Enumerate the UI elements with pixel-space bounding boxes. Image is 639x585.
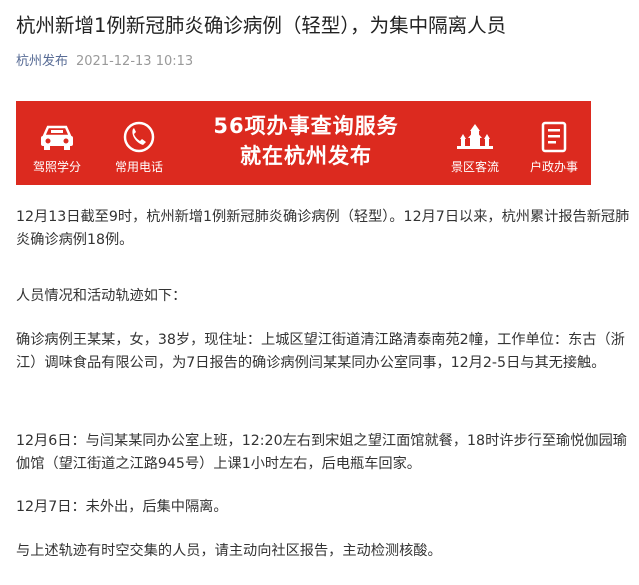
banner-item-household[interactable]: 户政办事 bbox=[519, 101, 589, 185]
phone-icon bbox=[104, 121, 174, 153]
banner-item-label: 景区客流 bbox=[450, 160, 499, 174]
service-banner[interactable]: 驾照学分 常用电话 56项办事查询服务 就在杭州发布 景区客流 户政办事 bbox=[16, 101, 591, 185]
paragraph-summary: 12月13日截至9时，杭州新增1例新冠肺炎确诊病例（轻型）。12月7日以来，杭州… bbox=[16, 209, 630, 248]
banner-item-label: 户政办事 bbox=[529, 160, 578, 174]
document-icon bbox=[519, 121, 589, 153]
paragraph-case-info: 确诊病例王某某，女，38岁，现住址：上城区望江街道清江路清泰南苑2幢，工作单位：… bbox=[16, 332, 625, 371]
banner-headline-line2: 就在杭州发布 bbox=[240, 144, 372, 168]
pagoda-icon bbox=[440, 121, 510, 153]
article-title: 杭州新增1例新冠肺炎确诊病例（轻型），为集中隔离人员 bbox=[16, 14, 507, 37]
banner-headline: 56项办事查询服务 就在杭州发布 bbox=[192, 111, 420, 171]
banner-item-driving-points[interactable]: 驾照学分 bbox=[22, 101, 92, 185]
car-icon bbox=[22, 121, 92, 153]
banner-headline-line1: 56项办事查询服务 bbox=[213, 114, 399, 138]
article-meta: 杭州发布 2021-12-13 10:13 bbox=[16, 53, 193, 71]
publish-date: 2021-12-13 10:13 bbox=[76, 54, 194, 69]
banner-item-label: 驾照学分 bbox=[32, 160, 81, 174]
paragraph-dec6-trail: 12月6日：与闫某某同办公室上班，12:20左右到宋姐之望江面馆就餐，18时许步… bbox=[16, 433, 627, 472]
source-link[interactable]: 杭州发布 bbox=[16, 54, 68, 69]
banner-item-label: 常用电话 bbox=[114, 160, 163, 174]
paragraph-notice: 与上述轨迹有时空交集的人员，请主动向社区报告，主动检测核酸。 bbox=[16, 543, 442, 559]
banner-item-scenic-traffic[interactable]: 景区客流 bbox=[440, 101, 510, 185]
banner-item-phone[interactable]: 常用电话 bbox=[104, 101, 174, 185]
paragraph-dec7-trail: 12月7日：未外出，后集中隔离。 bbox=[16, 499, 228, 515]
paragraph-intro: 人员情况和活动轨迹如下： bbox=[16, 288, 187, 304]
